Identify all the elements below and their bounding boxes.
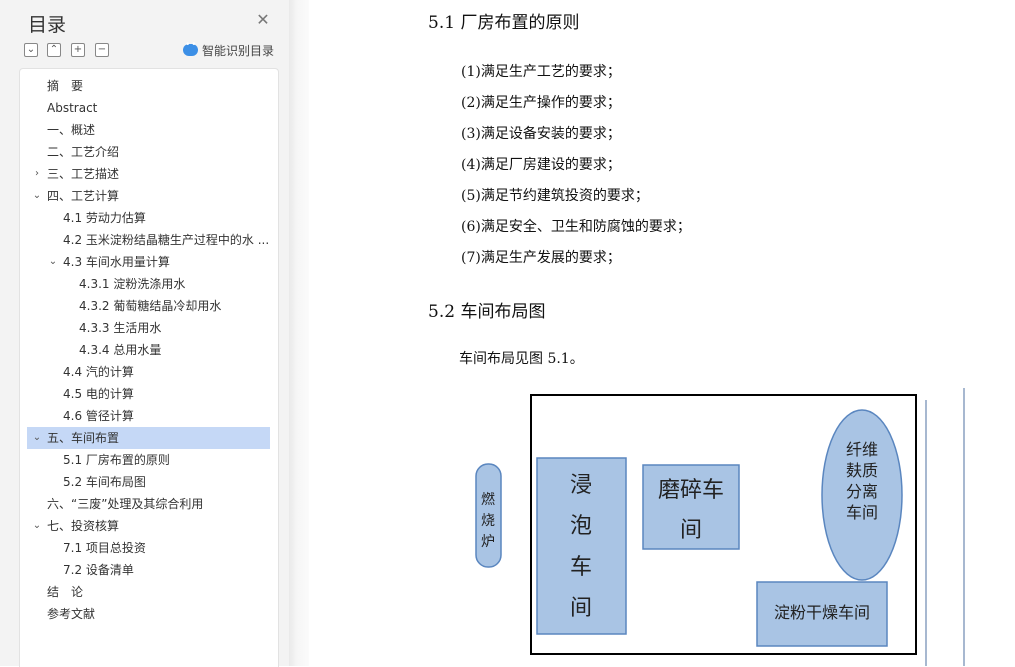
toc-item[interactable]: ⌄ 四、工艺计算 [27, 185, 270, 207]
toc-item[interactable]: 摘 要 [27, 75, 270, 97]
toc-item-label: Abstract [47, 101, 98, 115]
toc-item-label: 5.1 厂房布置的原则 [63, 453, 170, 467]
toc-item-label: 六、“三废”处理及其综合利用 [47, 497, 204, 511]
toc-sidebar: 目录 ✕ ⌄ ⌃ + − 智能识别目录 摘 要 Abstract 一、概述二、工艺介… [0, 0, 289, 667]
toc-item[interactable]: 4.1 劳动力估算 [27, 207, 270, 229]
toc-item[interactable]: 4.6 管径计算 [27, 405, 270, 427]
chevron-down-icon[interactable]: ⌄ [31, 427, 43, 449]
toc-item[interactable]: ⌄ 4.3 车间水用量计算 [27, 251, 270, 273]
toc-item-label: 一、概述 [47, 123, 96, 137]
toc-item[interactable]: 5.2 车间布局图 [27, 471, 270, 493]
sidebar-title: 目录 [28, 14, 67, 36]
toc-item-label: 四、工艺计算 [47, 189, 120, 203]
toc-item-label: 4.2 玉米淀粉结晶糖生产过程中的水 ... [63, 233, 270, 247]
toc-item[interactable]: ⌄ 七、投资核算 [27, 515, 270, 537]
toc-item[interactable]: 7.2 设备清单 [27, 559, 270, 581]
toc-item-label: 摘 要 [47, 79, 84, 93]
toc-item-label: 7.2 设备清单 [63, 563, 134, 577]
toc-item[interactable]: 4.4 汽的计算 [27, 361, 270, 383]
toc-item-label: 5.2 车间布局图 [63, 475, 146, 489]
chevron-right-icon[interactable]: › [31, 163, 43, 185]
ai-chat-icon [183, 40, 198, 56]
toc-item[interactable]: 一、概述 [27, 119, 270, 141]
toc-item[interactable]: Abstract [27, 97, 270, 119]
soaking-workshop-label: 浸 泡 车 间 [569, 473, 592, 621]
toc-item[interactable]: 7.1 项目总投资 [27, 537, 270, 559]
smart-recognize-toc-button[interactable]: 智能识别目录 [183, 40, 275, 58]
toc-item[interactable]: 4.3.1 淀粉洗涤用水 [27, 273, 270, 295]
chevron-down-icon[interactable]: ⌄ [31, 515, 43, 537]
toc-item[interactable]: 4.3.4 总用水量 [27, 339, 270, 361]
grinding-workshop-label: 磨碎车 间 [657, 478, 724, 543]
collapse-all-icon[interactable]: ⌄ [24, 43, 38, 57]
fiber-separation-label: 纤维 麸质 分离 车间 [845, 440, 878, 522]
toc-item-label: 结 论 [47, 585, 84, 599]
boiler-label: 燃 烧 炉 [481, 492, 495, 550]
toc-item[interactable]: 4.5 电的计算 [27, 383, 270, 405]
close-icon[interactable]: ✕ [255, 12, 271, 28]
toc-item-label: 参考文献 [47, 607, 96, 621]
chevron-down-icon[interactable]: ⌄ [47, 251, 59, 273]
starch-drying-label: 淀粉干燥车间 [773, 603, 870, 622]
document-page: 5.1 厂房布置的原则 (1)满足生产工艺的要求； (2)满足生产操作的要求； … [309, 0, 1015, 666]
toc-item-label: 七、投资核算 [47, 519, 120, 533]
remove-heading-icon[interactable]: − [95, 43, 109, 57]
toc-item-label: 7.1 项目总投资 [63, 541, 146, 555]
toc-item-label: 4.3 车间水用量计算 [63, 255, 170, 269]
toc-item-label: 4.1 劳动力估算 [63, 211, 146, 225]
toc-item[interactable]: 4.3.3 生活用水 [27, 317, 270, 339]
pane-divider[interactable] [289, 0, 309, 666]
layout-drawing [475, 388, 965, 666]
toc-item[interactable]: › 三、工艺描述 [27, 163, 270, 185]
toc-item-label: 4.3.3 生活用水 [79, 321, 162, 335]
toc-item[interactable]: 二、工艺介绍 [27, 141, 270, 163]
add-heading-icon[interactable]: + [71, 43, 85, 57]
toc-item[interactable]: 结 论 [27, 581, 270, 603]
toc-item[interactable]: 参考文献 [27, 603, 270, 625]
toc-item-label: 二、工艺介绍 [47, 145, 120, 159]
toc-item[interactable]: 六、“三废”处理及其综合利用 [27, 493, 270, 515]
toc-item[interactable]: 4.3.2 葡萄糖结晶冷却用水 [27, 295, 270, 317]
chevron-down-icon[interactable]: ⌄ [31, 185, 43, 207]
toc-item[interactable]: ⌄ 五、车间布置 [27, 427, 270, 449]
toc-item-label: 4.3.1 淀粉洗涤用水 [79, 277, 186, 291]
toc-item[interactable]: 4.2 玉米淀粉结晶糖生产过程中的水 ... [27, 229, 270, 251]
toc-item-label: 4.4 汽的计算 [63, 365, 134, 379]
expand-all-icon[interactable]: ⌃ [47, 43, 61, 57]
toc-item-label: 五、车间布置 [47, 431, 120, 445]
toc-item-label: 4.6 管径计算 [63, 409, 134, 423]
toc-item[interactable]: 5.1 厂房布置的原则 [27, 449, 270, 471]
toc-item-label: 4.3.2 葡萄糖结晶冷却用水 [79, 299, 222, 313]
toc-list: 摘 要 Abstract 一、概述二、工艺介绍 › 三、工艺描述 ⌄ 四、工艺计算 4.1 劳… [19, 68, 279, 667]
toc-item-label: 三、工艺描述 [47, 167, 120, 181]
toc-item-label: 4.5 电的计算 [63, 387, 134, 401]
smart-recognize-label: 智能识别目录 [202, 43, 275, 58]
toc-item-label: 4.3.4 总用水量 [79, 343, 162, 357]
